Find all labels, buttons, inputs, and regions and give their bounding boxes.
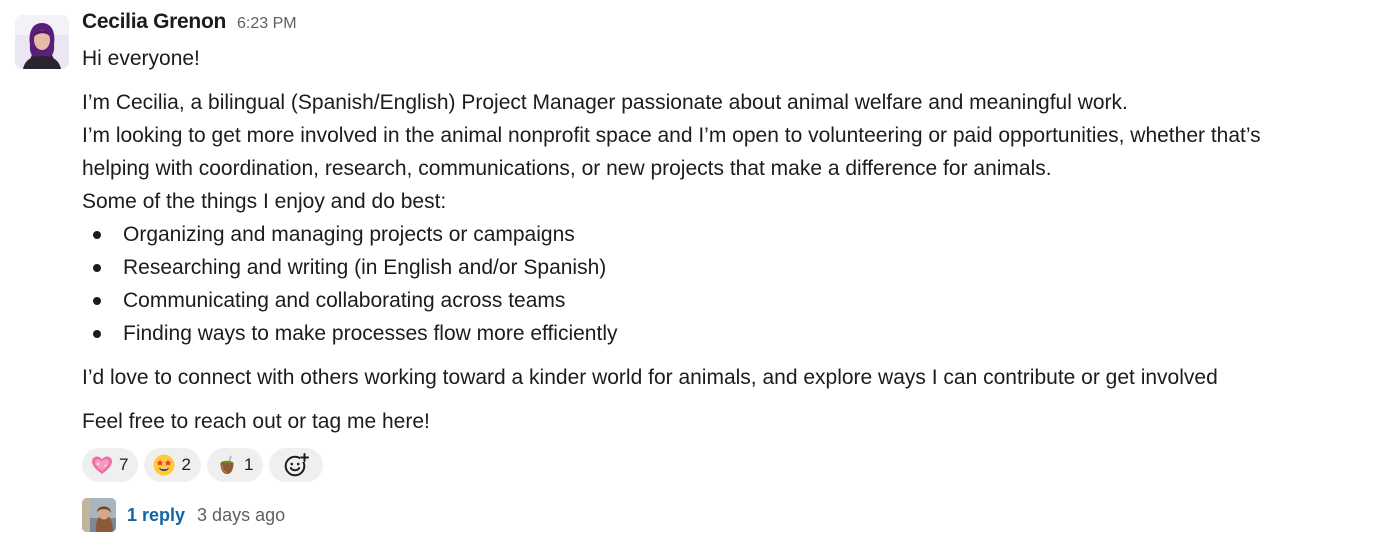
greeting-text: Hi everyone! [82, 47, 200, 70]
intro-paragraph: I’m Cecilia, a bilingual (Spanish/Englis… [82, 86, 1362, 218]
sender-name[interactable]: Cecilia Grenon [82, 10, 226, 34]
chat-message: Cecilia Grenon 6:23 PM Hi everyone! I’m … [0, 0, 1374, 541]
intro-line: I’m Cecilia, a bilingual (Spanish/Englis… [82, 91, 1128, 114]
skills-list-item: Communicating and collaborating across t… [82, 284, 1362, 317]
avatar-photo [15, 15, 69, 69]
last-reply-time: 3 days ago [197, 504, 286, 525]
message-timestamp[interactable]: 6:23 PM [237, 15, 297, 33]
sparkling-heart-icon [92, 456, 112, 474]
signoff-text: Feel free to reach out or tag me here! [82, 410, 430, 433]
replier-avatar [82, 498, 116, 532]
closing-text: I’d love to connect with others working … [82, 366, 1218, 389]
skills-list-item: Finding ways to make processes flow more… [82, 317, 1362, 350]
add-reaction-button[interactable] [269, 448, 324, 482]
replier-photo [82, 498, 116, 532]
message-header: Cecilia Grenon 6:23 PM [82, 10, 1362, 42]
reactions-bar: 7 2 1 [82, 448, 324, 482]
bullet-icon [93, 297, 101, 305]
message-content: Cecilia Grenon 6:23 PM Hi everyone! I’m … [82, 10, 1362, 438]
bullet-icon [93, 231, 101, 239]
skill-label: Communicating and collaborating across t… [123, 289, 566, 312]
thread-summary[interactable]: 1 reply 3 days ago [82, 498, 285, 532]
reply-count-link[interactable]: 1 reply [127, 505, 185, 526]
bullet-icon [93, 264, 101, 272]
intro-line: I’m looking to get more involved in the … [82, 124, 1261, 147]
reaction-count: 1 [243, 455, 254, 474]
mate-drink-icon [220, 455, 234, 474]
star-struck-icon [153, 454, 175, 476]
reaction-count: 2 [181, 455, 191, 474]
skills-list: Organizing and managing projects or camp… [82, 218, 1362, 350]
skills-list-item: Researching and writing (in English and/… [82, 251, 1362, 284]
reaction-mate-drink[interactable]: 1 [206, 448, 264, 482]
intro-line: Some of the things I enjoy and do best: [82, 190, 447, 213]
intro-line: helping with coordination, research, com… [82, 157, 1052, 180]
bullet-icon [93, 330, 101, 338]
reaction-star-struck[interactable]: 2 [144, 448, 201, 482]
reaction-sparkling-heart[interactable]: 7 [82, 448, 139, 482]
reaction-count: 7 [119, 455, 129, 474]
skill-label: Organizing and managing projects or camp… [123, 223, 575, 246]
skill-label: Researching and writing (in English and/… [123, 256, 607, 279]
skill-label: Finding ways to make processes flow more… [123, 322, 618, 345]
sender-avatar[interactable] [15, 15, 69, 69]
add-reaction-icon [285, 453, 310, 477]
skills-list-item: Organizing and managing projects or camp… [82, 218, 1362, 251]
